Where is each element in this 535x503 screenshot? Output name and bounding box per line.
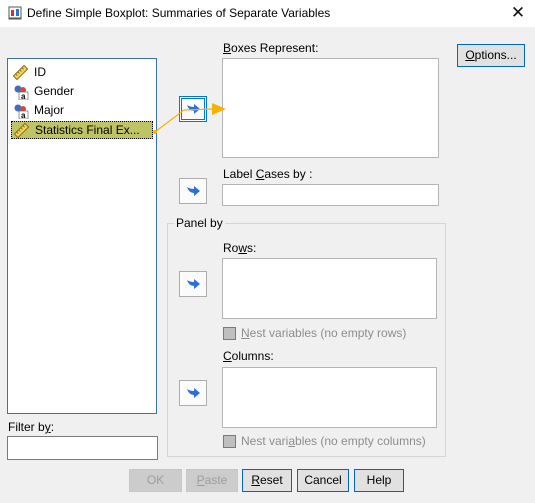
rows-label: Rows: bbox=[223, 241, 257, 255]
window-title: Define Simple Boxplot: Summaries of Sepa… bbox=[27, 6, 331, 20]
variable-label: Statistics Final Ex... bbox=[35, 123, 140, 137]
boxes-represent-label: Boxes Represent: bbox=[223, 41, 319, 55]
close-icon: ✕ bbox=[510, 3, 526, 22]
filter-by-label: Filter by: bbox=[8, 420, 55, 434]
annotation-arrow-icon bbox=[153, 103, 226, 134]
variable-list[interactable]: ID a Gender a Major Statistics Final Ex.… bbox=[7, 58, 157, 414]
nest-rows-label: Nest variables (no empty rows) bbox=[241, 326, 407, 340]
nominal-variable-icon: a bbox=[14, 104, 29, 119]
panel-by-title: Panel by bbox=[174, 216, 225, 230]
label-cases-field[interactable] bbox=[222, 184, 439, 206]
close-button[interactable]: ✕ bbox=[501, 0, 535, 27]
variable-item-id[interactable]: ID bbox=[12, 63, 46, 81]
title-bar: Define Simple Boxplot: Summaries of Sepa… bbox=[0, 0, 535, 27]
variable-label: ID bbox=[34, 65, 46, 79]
options-button[interactable]: Options... bbox=[457, 44, 525, 67]
filter-by-field[interactable] bbox=[7, 436, 158, 460]
move-to-columns-button[interactable] bbox=[179, 380, 207, 406]
reset-button[interactable]: Reset bbox=[242, 469, 292, 492]
label-cases-label: Label Cases by : bbox=[223, 167, 313, 181]
scale-ruler-icon bbox=[13, 122, 30, 138]
help-button[interactable]: Help bbox=[354, 469, 404, 492]
variable-label: Major bbox=[34, 103, 65, 117]
boxes-represent-list[interactable] bbox=[222, 58, 439, 158]
svg-text:a: a bbox=[21, 92, 26, 100]
right-arrow-icon bbox=[187, 388, 200, 398]
variable-label: Gender bbox=[34, 84, 75, 98]
columns-label: Columns: bbox=[223, 349, 274, 363]
svg-text:a: a bbox=[21, 111, 26, 119]
cancel-button[interactable]: Cancel bbox=[297, 469, 349, 492]
move-to-label-cases-button[interactable] bbox=[179, 178, 207, 204]
right-arrow-icon bbox=[187, 186, 200, 196]
variable-item-gender[interactable]: a Gender bbox=[12, 82, 74, 100]
scale-ruler-icon bbox=[12, 64, 29, 80]
nest-columns-checkbox[interactable] bbox=[223, 435, 236, 448]
paste-button[interactable]: Paste bbox=[186, 469, 238, 492]
nest-columns-label: Nest variables (no empty columns) bbox=[241, 434, 426, 448]
nominal-variable-icon: a bbox=[14, 85, 29, 100]
move-to-rows-button[interactable] bbox=[179, 271, 207, 297]
ok-button[interactable]: OK bbox=[129, 469, 182, 492]
columns-list[interactable] bbox=[222, 367, 437, 428]
rows-list[interactable] bbox=[222, 258, 437, 319]
right-arrow-icon bbox=[187, 279, 200, 289]
variable-item-statistics-final-exam[interactable]: Statistics Final Ex... bbox=[11, 121, 153, 139]
variable-item-major[interactable]: a Major bbox=[12, 101, 64, 119]
boxplot-app-icon bbox=[8, 6, 22, 20]
nest-rows-checkbox[interactable] bbox=[223, 327, 236, 340]
